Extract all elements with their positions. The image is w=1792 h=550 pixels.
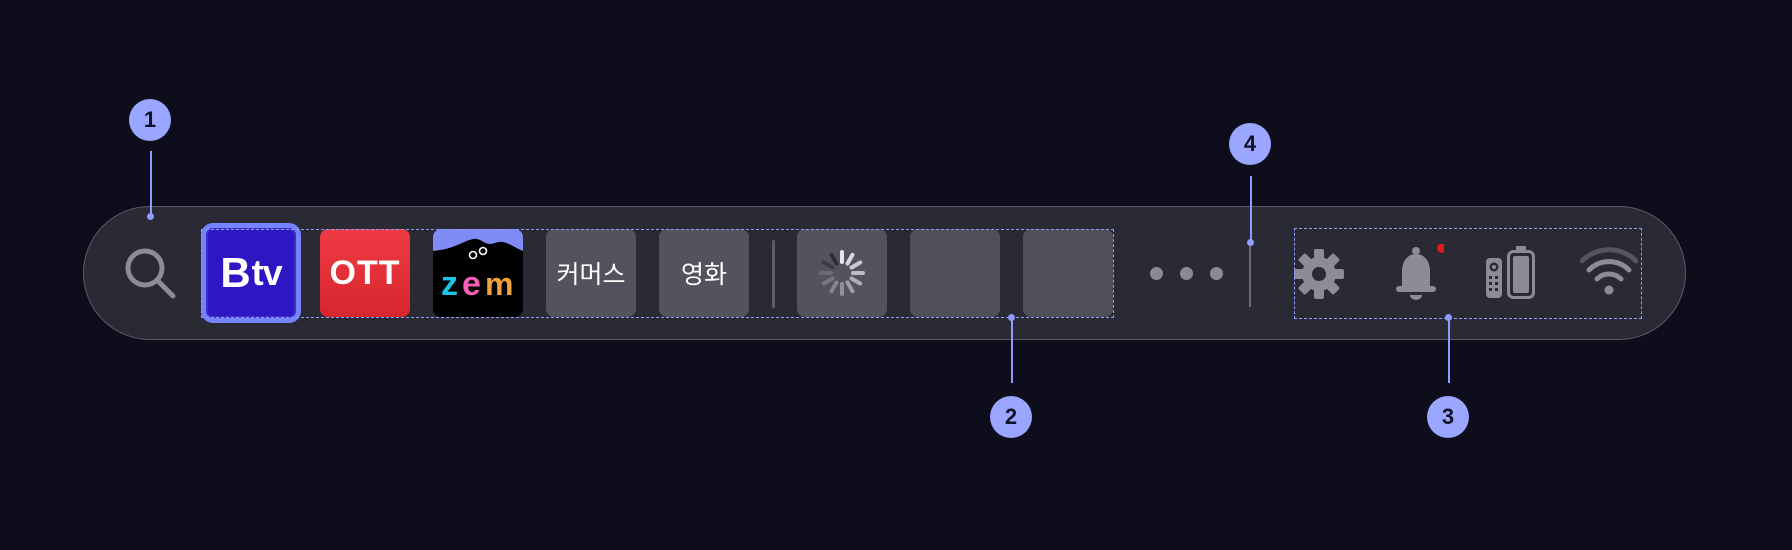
search-icon[interactable] <box>122 245 178 301</box>
callout-badge-4: 4 <box>1229 123 1271 165</box>
system-divider <box>1249 243 1251 307</box>
callout-1-pin <box>147 213 154 220</box>
callout-1-leader <box>150 151 152 217</box>
more-dots-icon[interactable] <box>1150 267 1223 280</box>
callout-3-pin <box>1445 314 1452 321</box>
dot <box>1210 267 1223 280</box>
callout-badge-1: 1 <box>129 99 171 141</box>
app-list-region <box>201 229 1114 318</box>
callout-badge-3: 3 <box>1427 396 1469 438</box>
callout-4-pin <box>1247 239 1254 246</box>
callout-4-leader <box>1250 176 1252 242</box>
callout-2-leader <box>1011 317 1013 383</box>
callout-2-pin <box>1008 314 1015 321</box>
callout-3-leader <box>1448 317 1450 383</box>
dot <box>1150 267 1163 280</box>
dot <box>1180 267 1193 280</box>
system-tray-region <box>1294 228 1642 319</box>
callout-badge-2: 2 <box>990 396 1032 438</box>
